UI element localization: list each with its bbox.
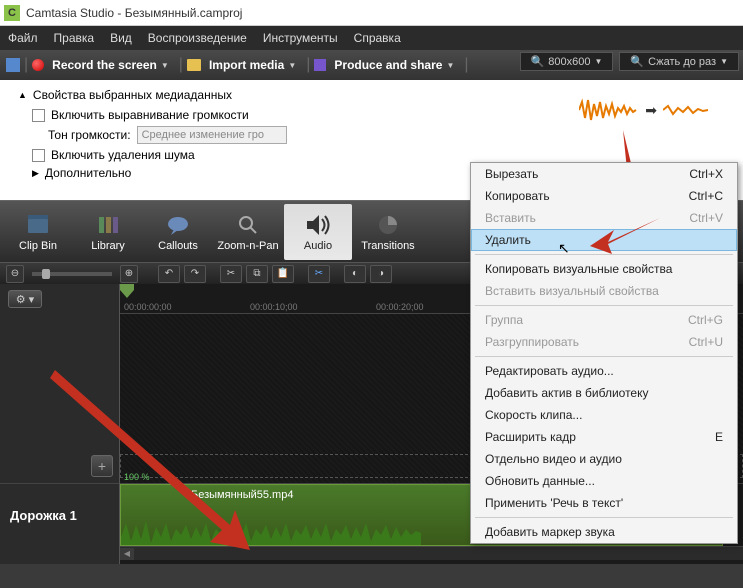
menu-edit[interactable]: Правка <box>54 31 95 45</box>
app-logo-icon: C <box>4 5 20 21</box>
context-menu-item[interactable]: Расширить кадрE <box>471 426 737 448</box>
context-menu-item: Вставить визуальный свойства <box>471 280 737 302</box>
tab-label: Transitions <box>361 240 414 252</box>
noise-removal-label: Включить удаления шума <box>51 148 195 162</box>
context-menu-item[interactable]: Применить 'Речь в текст' <box>471 492 737 514</box>
menu-tools[interactable]: Инструменты <box>263 31 338 45</box>
waveform-demo-icon: ➡ <box>579 98 713 122</box>
redo-button[interactable]: ↷ <box>184 265 206 283</box>
copy-button[interactable]: ⧉ <box>246 265 268 283</box>
context-menu-item[interactable]: ВырезатьCtrl+X <box>471 163 737 185</box>
window-title: Camtasia Studio - Безымянный.camproj <box>26 6 242 20</box>
tab-callouts[interactable]: Callouts <box>144 204 212 260</box>
folder-icon <box>187 59 201 71</box>
ruler-time: 00:00:10;00 <box>250 302 298 312</box>
library-icon <box>95 212 121 238</box>
split-button[interactable]: ✂ <box>308 265 330 283</box>
paste-button[interactable]: 📋 <box>272 265 294 283</box>
volume-leveling-checkbox[interactable] <box>32 109 45 122</box>
shrink-display[interactable]: 🔍Сжать до раз▼ <box>619 52 739 71</box>
props-title: Свойства выбранных медиаданных <box>33 88 232 102</box>
context-menu-item[interactable]: КопироватьCtrl+C <box>471 185 737 207</box>
zoom-in-button[interactable]: ⊕ <box>120 265 138 283</box>
zoom-display[interactable]: 🔍800x600▼ <box>520 52 614 71</box>
context-menu-item: РазгруппироватьCtrl+U <box>471 331 737 353</box>
menu-file[interactable]: Файл <box>8 31 38 45</box>
context-menu-item[interactable]: Обновить данные... <box>471 470 737 492</box>
preview-toolbar: 🔍800x600▼ 🔍Сжать до раз▼ <box>520 52 739 71</box>
context-menu-item[interactable]: Редактировать аудио... <box>471 360 737 382</box>
context-menu-item[interactable]: Скорость клипа... <box>471 404 737 426</box>
menu-help[interactable]: Справка <box>354 31 401 45</box>
tab-transitions[interactable]: Transitions <box>354 204 422 260</box>
produce-share-button[interactable]: Produce and share▼ <box>328 56 460 74</box>
zoom-slider[interactable] <box>32 272 112 276</box>
volume-leveling-label: Включить выравнивание громкости <box>51 108 249 122</box>
tab-label: Audio <box>304 240 332 252</box>
expand-icon[interactable]: ▶ <box>32 168 39 179</box>
tone-select[interactable]: Среднее изменение гро <box>137 126 287 144</box>
context-menu-item[interactable]: Копировать визуальные свойства <box>471 258 737 280</box>
ruler-time: 00:00:00;00 <box>124 302 172 312</box>
menubar: Файл Правка Вид Воспроизведение Инструме… <box>0 26 743 50</box>
tab-library[interactable]: Library <box>74 204 142 260</box>
record-screen-button[interactable]: Record the screen▼ <box>46 56 175 74</box>
search-icon: 🔍 <box>531 55 545 68</box>
timeline-settings-button[interactable]: ⚙ ▾ <box>8 290 42 308</box>
callouts-icon <box>165 212 191 238</box>
cursor-icon: ↖ <box>558 240 570 257</box>
ruler-time: 00:00:20;00 <box>376 302 424 312</box>
context-menu-item[interactable]: Добавить маркер звука <box>471 521 737 543</box>
annotation-arrow-icon <box>590 218 660 254</box>
tab-audio[interactable]: Audio <box>284 204 352 260</box>
tab-zoom-n-pan[interactable]: Zoom-n-Pan <box>214 204 282 260</box>
record-icon <box>32 59 44 71</box>
tab-label: Zoom-n-Pan <box>217 240 278 252</box>
tone-label: Тон громкости: <box>48 128 131 142</box>
share-icon <box>314 59 326 71</box>
chevron-down-icon: ▼ <box>446 61 454 70</box>
zoom-out-button[interactable]: ⊖ <box>6 265 24 283</box>
collapse-icon[interactable]: ▲ <box>18 90 27 100</box>
cut-button[interactable]: ✂ <box>220 265 242 283</box>
advanced-label: Дополнительно <box>45 166 131 180</box>
noise-removal-checkbox[interactable] <box>32 149 45 162</box>
tab-clip-bin[interactable]: Clip Bin <box>4 204 72 260</box>
titlebar: C Camtasia Studio - Безымянный.camproj <box>0 0 743 26</box>
annotation-arrow-icon <box>50 370 250 550</box>
tool-a-button[interactable]: ◐ <box>344 265 366 283</box>
speaker-icon <box>305 212 331 238</box>
transitions-icon <box>375 212 401 238</box>
undo-button[interactable]: ↶ <box>158 265 180 283</box>
save-icon[interactable] <box>6 58 20 72</box>
zoom-icon <box>235 212 261 238</box>
menu-view[interactable]: Вид <box>110 31 132 45</box>
playhead-icon[interactable] <box>120 284 134 296</box>
tab-label: Clip Bin <box>19 240 57 252</box>
import-media-button[interactable]: Import media▼ <box>203 56 302 74</box>
context-menu-item: ГруппаCtrl+G <box>471 309 737 331</box>
context-menu-item[interactable]: Добавить актив в библиотеку <box>471 382 737 404</box>
search-icon: 🔍 <box>630 55 644 68</box>
chevron-down-icon: ▼ <box>161 61 169 70</box>
tab-label: Library <box>91 240 125 252</box>
chevron-down-icon: ▼ <box>288 61 296 70</box>
menu-playback[interactable]: Воспроизведение <box>148 31 247 45</box>
tool-b-button[interactable]: ◑ <box>370 265 392 283</box>
context-menu-item[interactable]: Отдельно видео и аудио <box>471 448 737 470</box>
tab-label: Callouts <box>158 240 198 252</box>
clip-bin-icon <box>25 212 51 238</box>
